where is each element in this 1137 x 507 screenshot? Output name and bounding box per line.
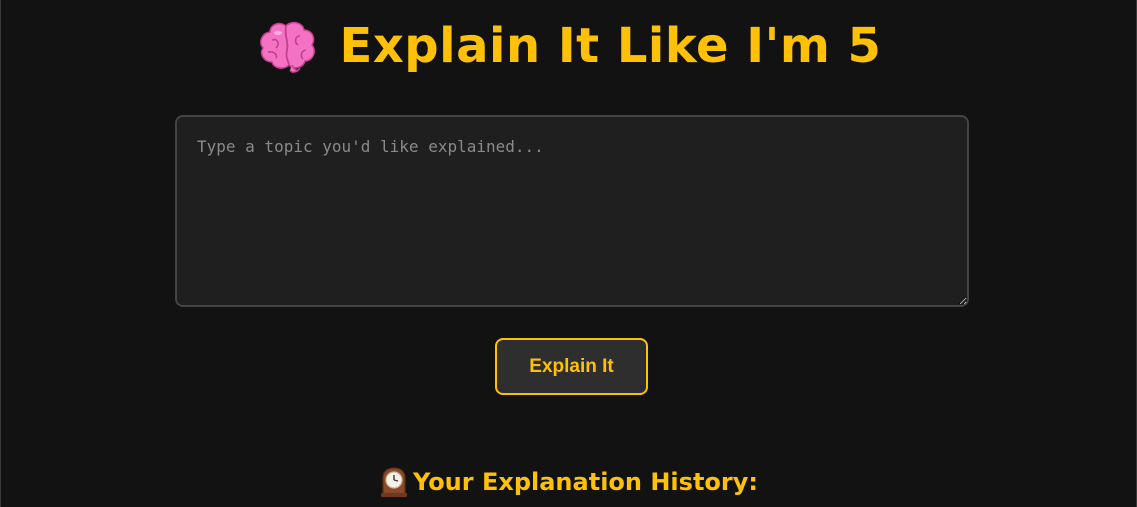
app-page: Explain It Like I'm 5 Explain It Your Ex… bbox=[0, 0, 1137, 507]
history-title: Your Explanation History: bbox=[413, 468, 758, 496]
explain-button[interactable]: Explain It bbox=[495, 338, 648, 395]
header: Explain It Like I'm 5 bbox=[1, 16, 1136, 76]
history-heading: Your Explanation History: bbox=[1, 464, 1136, 500]
brain-icon bbox=[256, 18, 318, 76]
mantelpiece-clock-icon bbox=[379, 466, 409, 498]
topic-input[interactable] bbox=[175, 115, 969, 307]
page-title: Explain It Like I'm 5 bbox=[339, 18, 882, 74]
